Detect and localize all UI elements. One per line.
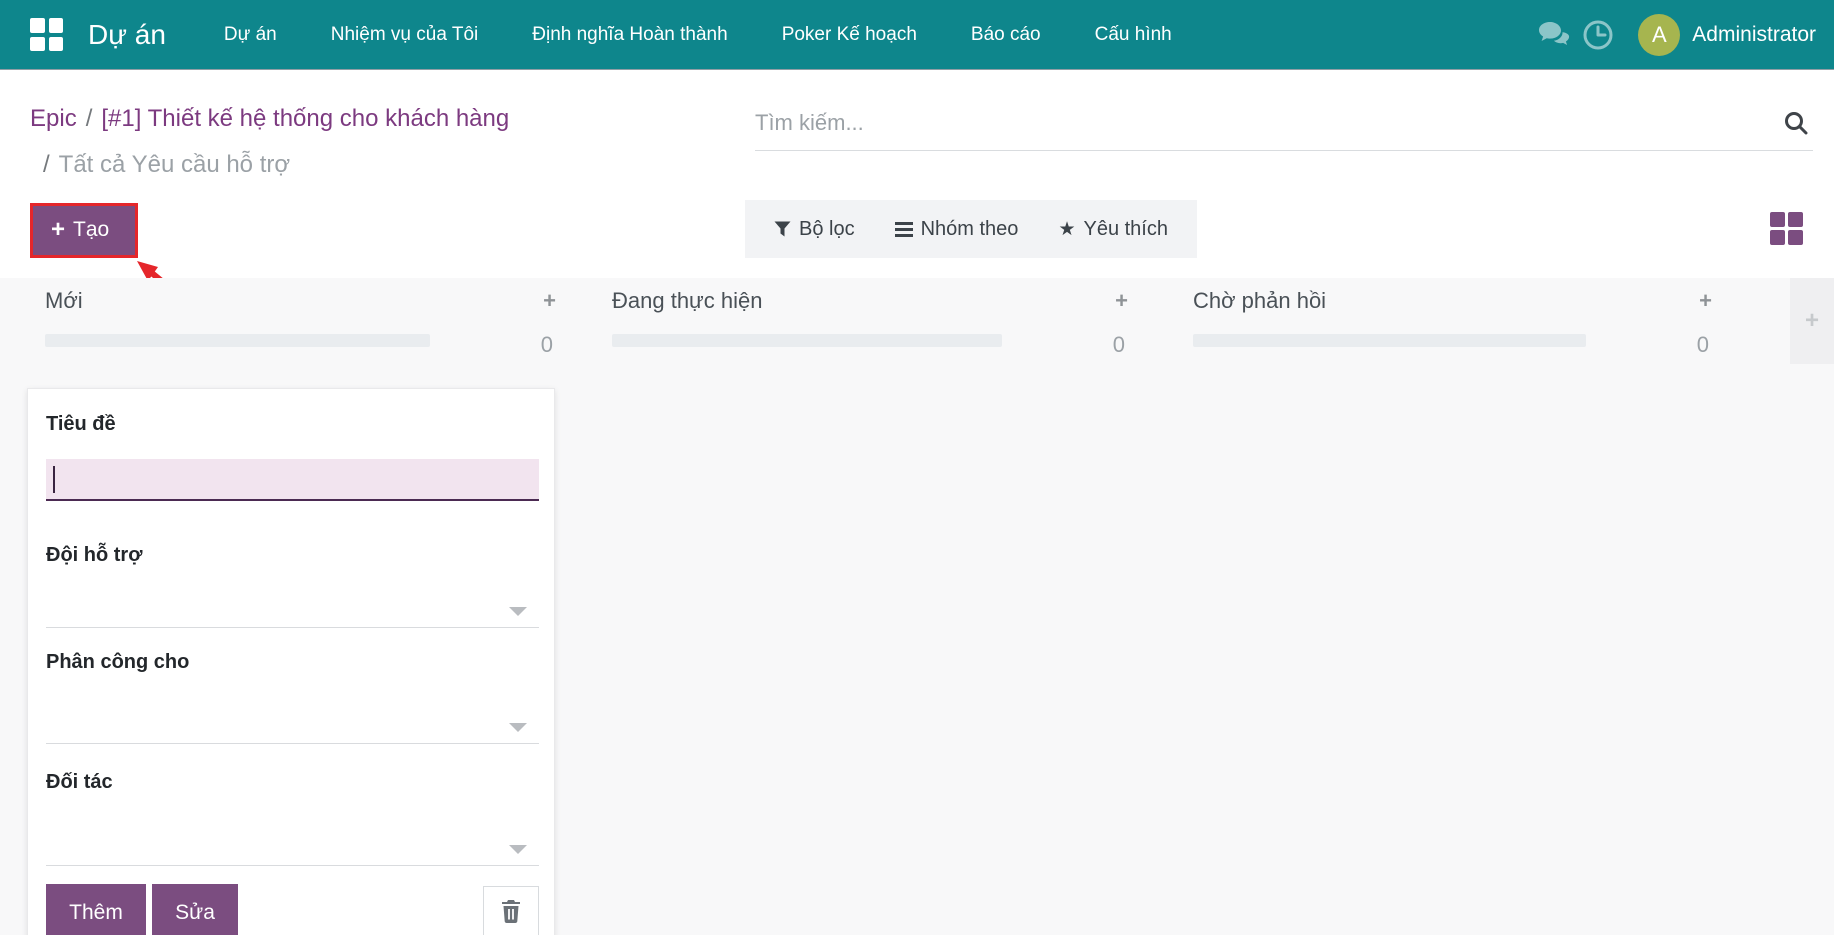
- group-by-icon: [895, 221, 913, 237]
- field-label-partner: Đối tác: [46, 771, 113, 794]
- kanban-column-new: Mới + 0: [45, 284, 556, 358]
- kanban-board: Mới + 0 Đang thực hiện + 0 Chờ phản hồi …: [0, 278, 1834, 935]
- annotation-highlight-box: + Tạo: [30, 203, 138, 258]
- kanban-column-waiting: Chờ phản hồi + 0: [1193, 284, 1712, 358]
- star-icon: ★: [1058, 218, 1075, 241]
- favorites-button-label: Yêu thích: [1083, 218, 1168, 241]
- breadcrumb-separator: /: [77, 105, 102, 132]
- breadcrumb-epic[interactable]: Epic: [30, 105, 77, 132]
- field-label-assignee: Phân công cho: [46, 651, 189, 674]
- group-by-button[interactable]: Nhóm theo: [895, 218, 1019, 241]
- title-input[interactable]: [46, 459, 539, 499]
- avatar-initial: A: [1652, 22, 1667, 48]
- title-input-wrap: [46, 459, 539, 501]
- column-count: 0: [541, 332, 553, 358]
- create-button[interactable]: + Tạo: [33, 206, 135, 255]
- field-label-title: Tiêu đề: [46, 413, 116, 436]
- text-cursor: [53, 466, 55, 493]
- funnel-icon: [774, 221, 791, 237]
- app-brand[interactable]: Dự án: [88, 19, 166, 51]
- column-count: 0: [1697, 332, 1709, 358]
- search-filter-bar: Bộ lọc Nhóm theo ★ Yêu thích: [745, 200, 1197, 258]
- breadcrumb-current: Tất cả Yêu cầu hỗ trợ: [59, 151, 290, 178]
- column-add-icon[interactable]: +: [543, 288, 556, 314]
- breadcrumb: Epic/[#1] Thiết kế hệ thống cho khách hà…: [30, 96, 690, 188]
- breadcrumb-separator: /: [34, 151, 59, 178]
- team-select[interactable]: [46, 588, 539, 628]
- column-progress-bar: [612, 334, 1002, 347]
- user-avatar[interactable]: A: [1638, 14, 1680, 56]
- column-add-icon[interactable]: +: [1115, 288, 1128, 314]
- menu-item-cau-hinh[interactable]: Cấu hình: [1095, 24, 1172, 46]
- add-button[interactable]: Thêm: [46, 884, 146, 935]
- column-title: Đang thực hiện: [612, 288, 763, 314]
- quick-create-card: Tiêu đề Đội hỗ trợ Phân công cho Đối tác…: [27, 388, 555, 935]
- main-menu: Dự án Nhiệm vụ của Tôi Định nghĩa Hoàn t…: [224, 24, 1172, 46]
- apps-grid-icon[interactable]: [30, 18, 63, 51]
- menu-item-du-an[interactable]: Dự án: [224, 24, 277, 46]
- create-button-label: Tạo: [73, 218, 109, 242]
- delete-button[interactable]: [483, 886, 539, 935]
- edit-button[interactable]: Sửa: [152, 884, 238, 935]
- trash-icon: [500, 899, 522, 923]
- top-navbar: Dự án Dự án Nhiệm vụ của Tôi Định nghĩa …: [0, 0, 1834, 69]
- column-progress-bar: [45, 334, 430, 347]
- search-icon[interactable]: [1783, 110, 1809, 141]
- menu-item-dinh-nghia[interactable]: Định nghĩa Hoàn thành: [532, 24, 727, 46]
- column-count: 0: [1113, 332, 1125, 358]
- filters-button-label: Bộ lọc: [799, 218, 855, 241]
- assignee-select[interactable]: [46, 704, 539, 744]
- favorites-button[interactable]: ★ Yêu thích: [1058, 218, 1168, 241]
- dropdown-caret-icon: [509, 607, 527, 616]
- dropdown-caret-icon: [509, 845, 527, 854]
- plus-icon: +: [51, 220, 65, 240]
- column-title: Mới: [45, 288, 83, 314]
- search-input[interactable]: [755, 100, 1813, 151]
- kanban-column-in-progress: Đang thực hiện + 0: [612, 284, 1128, 358]
- dropdown-caret-icon: [509, 723, 527, 732]
- activity-clock-icon[interactable]: [1576, 13, 1620, 57]
- partner-select[interactable]: [46, 826, 539, 866]
- field-label-team: Đội hỗ trợ: [46, 544, 142, 567]
- user-name[interactable]: Administrator: [1692, 23, 1816, 47]
- search-bar: [755, 100, 1813, 151]
- column-progress-bar: [1193, 334, 1586, 347]
- chat-icon[interactable]: [1532, 13, 1576, 57]
- navbar-systray: A Administrator: [1532, 13, 1822, 57]
- column-title: Chờ phản hồi: [1193, 288, 1326, 314]
- menu-item-nhiem-vu[interactable]: Nhiệm vụ của Tôi: [331, 24, 479, 46]
- filters-button[interactable]: Bộ lọc: [774, 218, 855, 241]
- breadcrumb-task[interactable]: [#1] Thiết kế hệ thống cho khách hàng: [101, 105, 509, 132]
- menu-item-bao-cao[interactable]: Báo cáo: [971, 24, 1041, 46]
- group-by-button-label: Nhóm theo: [921, 218, 1019, 241]
- column-add-icon[interactable]: +: [1699, 288, 1712, 314]
- menu-item-poker[interactable]: Poker Kế hoạch: [782, 24, 917, 46]
- kanban-view-icon[interactable]: [1770, 212, 1803, 245]
- add-column-icon[interactable]: +: [1805, 307, 1819, 335]
- add-column-strip: +: [1790, 278, 1834, 364]
